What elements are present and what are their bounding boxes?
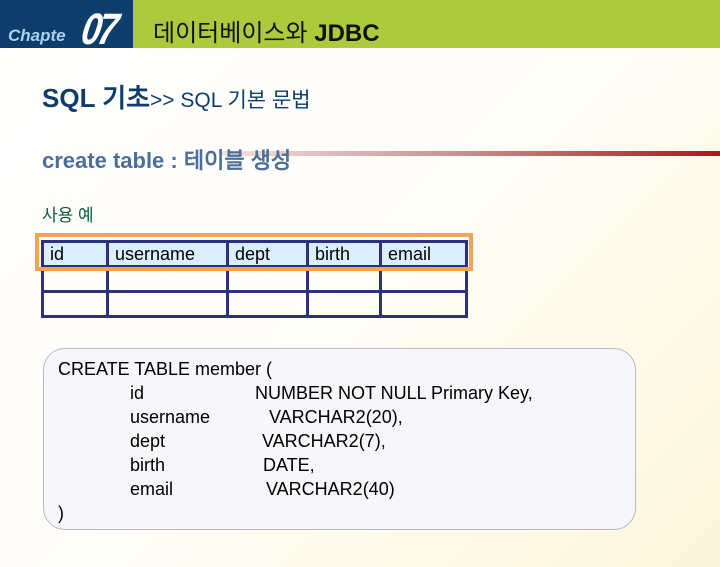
table-cell [379,290,468,318]
page-title: 데이터베이스와 JDBC [153,13,380,48]
code-col-name: id [130,383,145,403]
page-title-jdbc: JDBC [314,20,380,47]
code-close: ) [58,503,64,523]
chapter-label: Chapte [8,26,66,45]
table-row [41,290,468,318]
code-col-name: username [130,407,211,427]
table-cell [226,290,309,318]
section-sub: >> SQL 기본 문법 [150,89,311,112]
divider-line [220,151,720,156]
section-main: SQL 기초 [42,83,151,113]
example-label: 사용 예 [42,206,94,225]
table-cell [306,290,382,318]
code-col-name: dept [130,431,166,451]
code-col-type: VARCHAR2(7), [262,431,386,451]
section-heading: SQL 기초>> SQL 기본 문법 [42,78,311,115]
code-col-name: birth [130,455,166,475]
chapter-number: 07 [77,5,120,54]
page-title-korean: 데이터베이스와 [153,20,315,47]
header-row-highlight [35,233,473,271]
code-col-type: VARCHAR2(40) [266,479,395,499]
code-col-type: NUMBER NOT NULL Primary Key, [255,383,533,403]
code-col-type: VARCHAR2(20), [269,407,403,427]
code-open: CREATE TABLE member ( [58,359,273,379]
table-cell [106,290,229,318]
code-col-name: email [130,479,174,499]
topic-heading: create table : 테이블 생성 [42,148,292,173]
chapter-banner: Chapte 07 [0,0,133,54]
title-banner: 데이터베이스와 JDBC [133,0,720,48]
code-col-type: DATE, [263,455,315,475]
table-cell [41,290,109,318]
sql-code-box: CREATE TABLE member ( id NUMBER NOT NULL… [43,348,636,530]
